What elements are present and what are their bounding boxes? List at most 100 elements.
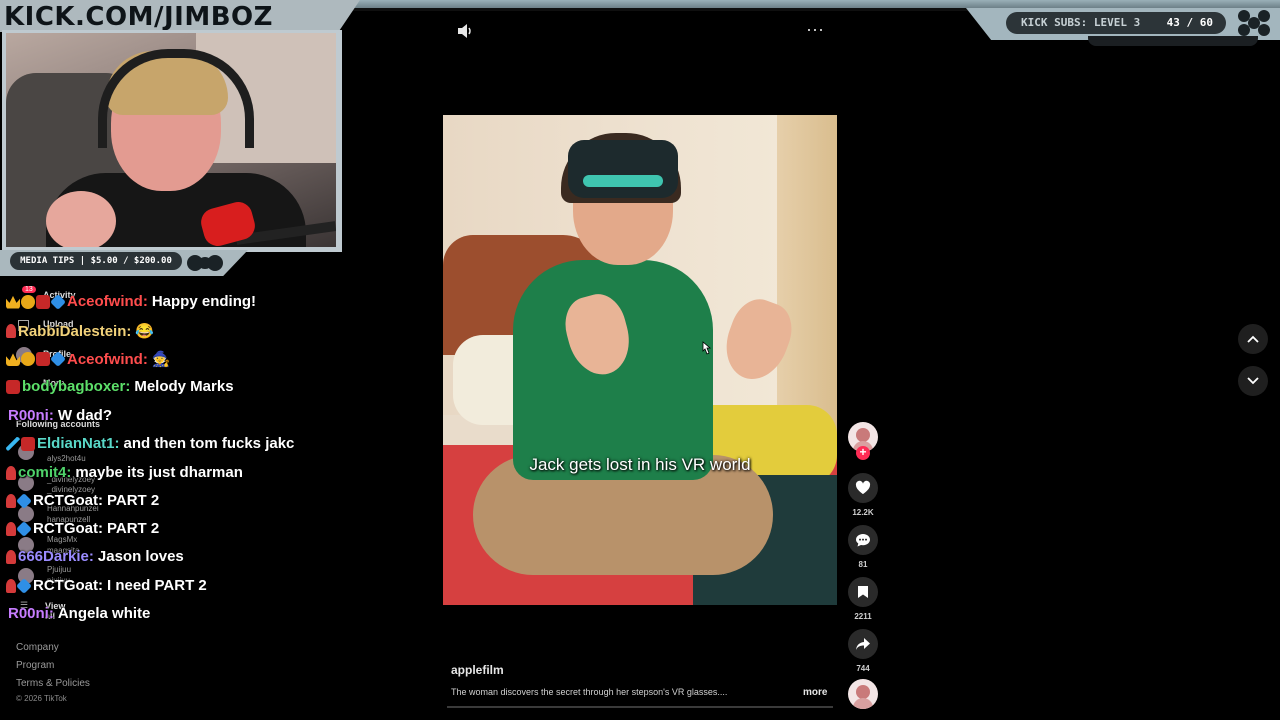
video-description: The woman discovers the secret through h… — [451, 687, 728, 697]
chat-badges — [6, 351, 66, 367]
mouse-cursor-icon — [702, 341, 712, 355]
chevron-up-icon — [1247, 335, 1259, 343]
footer-terms-link[interactable]: Terms & Policies — [16, 678, 90, 689]
gift-badge-icon — [6, 379, 20, 394]
chat-message: Aceofwind: Happy ending! — [6, 293, 256, 310]
footer-program-link[interactable]: Program — [16, 660, 54, 671]
cube-badge-icon — [16, 520, 32, 537]
chat-username[interactable]: EldianNat1: — [37, 435, 120, 452]
cube-badge-icon — [50, 293, 66, 310]
video-author[interactable]: applefilm — [451, 663, 504, 677]
subs-count: 43 / 60 — [1166, 16, 1213, 29]
chat-username[interactable]: Aceofwind: — [67, 351, 148, 368]
chat-message: RCTGoat: PART 2 — [6, 520, 159, 537]
chat-text: 😂 — [135, 323, 155, 340]
comment-icon — [856, 534, 870, 547]
num-badge-icon — [21, 294, 35, 309]
chat-username[interactable]: RCTGoat: — [33, 492, 103, 509]
subs-label: KICK SUBS: LEVEL 3 — [1021, 16, 1141, 29]
crown-badge-icon — [6, 353, 20, 366]
chat-username[interactable]: RCTGoat: — [33, 520, 103, 537]
chat-badges — [6, 293, 66, 310]
chat-badges — [6, 436, 35, 451]
video-caption: Jack gets lost in his VR world — [529, 455, 751, 474]
pawn-badge-icon — [6, 549, 16, 564]
chat-message: RabbiDalestein: 😂 — [6, 322, 154, 340]
cube-badge-icon — [16, 577, 32, 594]
channel-title: KICK.COM/JIMBOZ — [4, 2, 273, 32]
chat-text: Happy ending! — [151, 293, 257, 310]
activity-badge: 13 — [22, 286, 36, 293]
chat-text: and then tom fucks jakc — [123, 435, 295, 452]
chat-badges — [6, 379, 20, 394]
pawn-badge-icon — [6, 578, 16, 593]
follow-plus-icon[interactable]: + — [856, 446, 870, 460]
chat-message: RCTGoat: I need PART 2 — [6, 577, 207, 594]
comment-count: 81 — [858, 560, 868, 569]
footer-company-link[interactable]: Company — [16, 642, 59, 653]
save-button[interactable] — [848, 577, 878, 607]
account-handle: alys2hot4u — [47, 454, 86, 463]
chat-text: PART 2 — [107, 492, 160, 509]
chat-message: R00ni: W dad? — [6, 407, 112, 424]
webcam-feed — [6, 33, 336, 247]
speaker-icon[interactable] — [455, 22, 473, 40]
like-button[interactable] — [848, 473, 878, 503]
video-progress-bar[interactable] — [447, 706, 833, 708]
chat-username[interactable]: comit4: — [18, 464, 71, 481]
kick-logo-icon — [1238, 10, 1270, 36]
chat-message: 666Darkie: Jason loves — [6, 548, 184, 565]
chat-badges — [6, 465, 16, 480]
subs-shadow — [1088, 36, 1258, 46]
crown-badge-icon — [6, 295, 20, 309]
chat-text: maybe its just dharman — [75, 464, 243, 481]
chat-badges — [6, 520, 32, 537]
share-button[interactable] — [848, 629, 878, 659]
chat-message: R00ni: Angela white — [6, 605, 150, 622]
chat-text: Melody Marks — [134, 378, 234, 395]
gift-badge-icon — [21, 436, 35, 451]
chat-badges — [6, 324, 16, 338]
chat-username[interactable]: Aceofwind: — [67, 293, 148, 310]
chat-username[interactable]: bodybagboxer: — [22, 378, 130, 395]
chat-text: Jason loves — [97, 548, 184, 565]
bookmark-icon — [858, 586, 868, 598]
account-name: Pjuijuu — [47, 565, 72, 574]
chat-text: Angela white — [57, 605, 151, 622]
chevron-down-icon — [1247, 377, 1259, 385]
chat-text: W dad? — [57, 407, 112, 424]
pawn-badge-icon — [6, 324, 16, 338]
gift-badge-icon — [36, 352, 50, 366]
sound-avatar[interactable] — [848, 679, 878, 709]
chat-username[interactable]: R00ni: — [8, 407, 54, 424]
chat-text: 🧙 — [151, 351, 171, 368]
save-count: 2211 — [854, 612, 872, 621]
chat-username[interactable]: R00ni: — [8, 605, 54, 622]
ellipsis-icon[interactable]: ··· — [804, 20, 826, 40]
previous-video-button[interactable] — [1238, 324, 1268, 354]
chat-text: PART 2 — [107, 520, 160, 537]
chat-username[interactable]: 666Darkie: — [18, 548, 94, 565]
like-count: 12.2K — [852, 508, 874, 517]
subs-progress: KICK SUBS: LEVEL 3 43 / 60 — [1006, 12, 1226, 34]
pawn-badge-icon — [6, 465, 16, 480]
chat-username[interactable]: RabbiDalestein: — [18, 323, 131, 340]
comment-button[interactable] — [848, 525, 878, 555]
video-player[interactable] — [443, 115, 837, 605]
pawn-badge-icon — [6, 521, 16, 536]
pawn-badge-icon — [6, 493, 16, 508]
chat-message: EldianNat1: and then tom fucks jakc — [6, 435, 294, 452]
chat-username[interactable]: RCTGoat: — [33, 577, 103, 594]
kick-logo-icon — [187, 255, 223, 271]
sword-badge-icon — [6, 436, 20, 451]
cube-badge-icon — [50, 351, 66, 367]
next-video-button[interactable] — [1238, 366, 1268, 396]
description-more-button[interactable]: more — [803, 687, 827, 698]
overlay-top-strip — [340, 8, 968, 11]
share-count: 744 — [856, 664, 870, 673]
chat-badges — [6, 549, 16, 564]
heart-icon — [855, 480, 871, 494]
chat-badges — [6, 492, 32, 509]
cube-badge-icon — [16, 492, 32, 509]
media-tips-label: MEDIA TIPS | $5.00 / $200.00 — [10, 252, 182, 270]
